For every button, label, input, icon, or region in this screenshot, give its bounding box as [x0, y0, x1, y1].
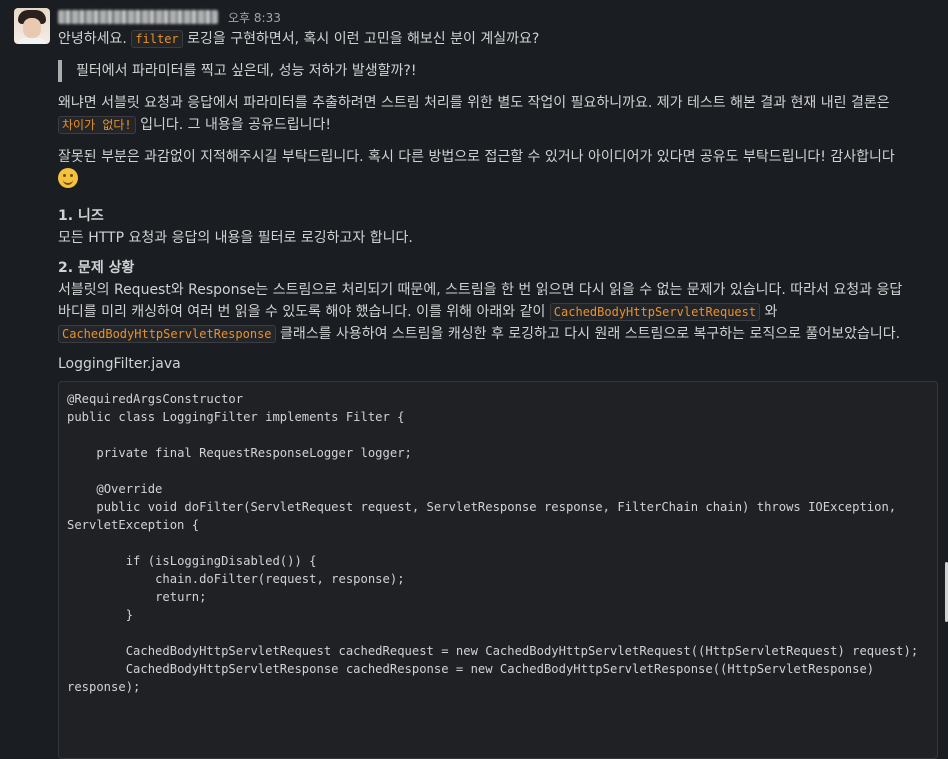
request-text: 잘못된 부분은 과감없이 지적해주시길 부탁드립니다. 혹시 다른 방법으로 접… — [58, 149, 895, 165]
reason-text-post: 입니다. 그 내용을 공유드립니다! — [140, 117, 331, 133]
problem-text-and: 와 — [764, 304, 778, 320]
avatar-body — [18, 38, 46, 44]
code-content: @RequiredArgsConstructor public class Lo… — [67, 392, 919, 694]
avatar-face — [23, 18, 41, 38]
code-block[interactable]: @RequiredArgsConstructor public class Lo… — [58, 381, 938, 759]
greeting-text: 안녕하세요. — [58, 31, 127, 47]
paragraph-request: 잘못된 부분은 과감없이 지적해주시길 부탁드립니다. 혹시 다른 방법으로 접… — [58, 146, 948, 191]
problem-text-1: 서블릿의 Request와 Response는 스트림으로 처리되기 때문에, … — [58, 282, 903, 298]
sender-name-blurred[interactable] — [58, 10, 218, 24]
blockquote: 필터에서 파라미터를 찍고 싶은데, 성능 저하가 발생할까?! — [58, 60, 948, 82]
avatar[interactable] — [14, 8, 50, 44]
section-problem-body: 서블릿의 Request와 Response는 스트림으로 처리되기 때문에, … — [58, 279, 948, 345]
problem-text-2: 바디를 미리 캐싱하여 여러 번 읽을 수 있도록 해야 했습니다. 이를 위해… — [58, 304, 546, 320]
code-filename: LoggingFilter.java — [58, 356, 181, 372]
problem-text-3: 클래스를 사용하여 스트림을 캐싱한 후 로깅하고 다시 원래 스트림으로 복구… — [279, 326, 901, 342]
reason-text: 왜냐면 서블릿 요청과 응답에서 파라미터를 추출하려면 스트림 처리를 위한 … — [58, 95, 890, 111]
inline-code-conclusion: 차이가 없다! — [58, 116, 136, 134]
section-needs-title: 1. 니즈 — [58, 208, 104, 224]
section-needs-body: 모든 HTTP 요청과 응답의 내용을 필터로 로깅하고자 합니다. — [58, 230, 413, 246]
paragraph-reason: 왜냐면 서블릿 요청과 응답에서 파라미터를 추출하려면 스트림 처리를 위한 … — [58, 92, 948, 136]
message-timestamp[interactable]: 오후 8:33 — [228, 9, 281, 26]
inline-code-filter: filter — [131, 30, 183, 48]
message: 오후 8:33 안녕하세요. filter 로깅을 구현하면서, 혹시 이런 고… — [58, 6, 948, 759]
section-problem-title: 2. 문제 상황 — [58, 260, 135, 276]
inline-code-cached-response: CachedBodyHttpServletResponse — [58, 325, 276, 343]
quote-text: 필터에서 파라미터를 찍고 싶은데, 성능 저하가 발생할까?! — [76, 63, 417, 79]
inline-code-cached-request: CachedBodyHttpServletRequest — [549, 303, 761, 321]
message-header: 오후 8:33 — [58, 6, 948, 28]
greeting-text-post: 로깅을 구현하면서, 혹시 이런 고민을 해보신 분이 계실까요? — [187, 31, 540, 47]
greeting-line: 안녕하세요. filter 로깅을 구현하면서, 혹시 이런 고민을 해보신 분… — [58, 28, 948, 50]
slightly-smiling-face-icon[interactable] — [58, 168, 78, 188]
